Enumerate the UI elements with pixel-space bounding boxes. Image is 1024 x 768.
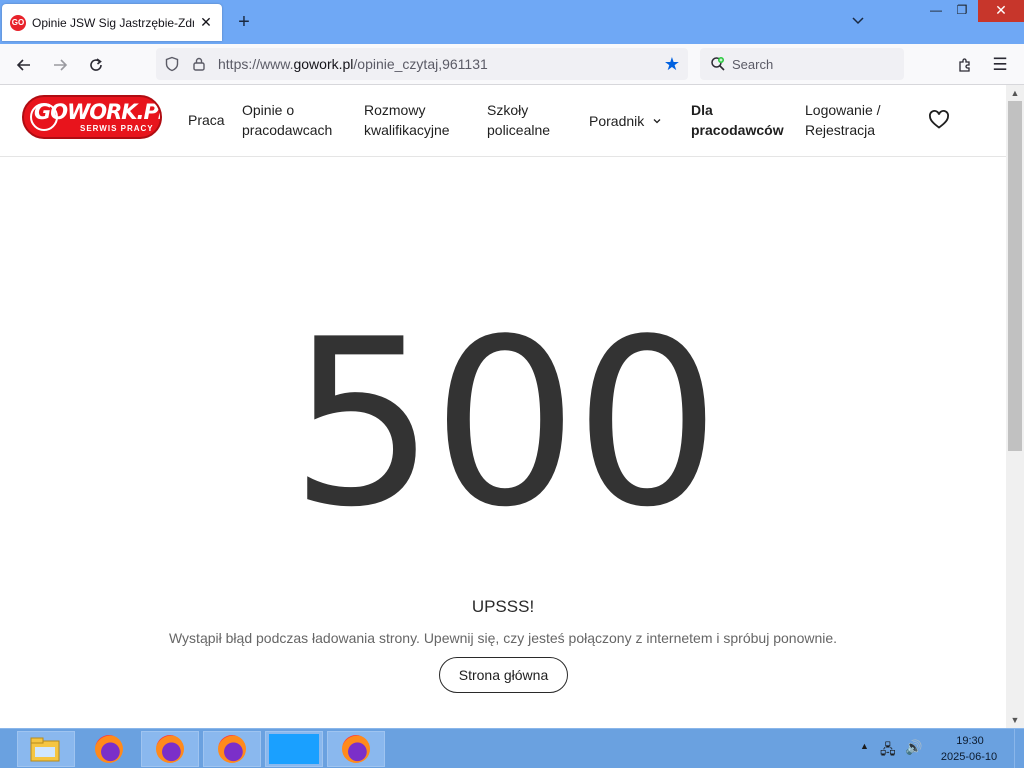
nav-opinie-line-2: pracodawcach [242,122,333,138]
nav-rozmowy-line-2: kwalifikacyjne [364,122,450,138]
clock-time[interactable]: 19:30 [940,735,1000,747]
url-prefix: https://www. [218,56,294,72]
error-title: UPSSS! [471,597,535,616]
home-page-button[interactable]: Strona główna [439,657,568,693]
nav-opinie-line-1: Opinie o [242,102,295,118]
error-code: 500 [289,291,721,558]
scroll-up-arrow-icon[interactable]: ▲ [1006,85,1024,101]
volume-icon[interactable]: 🔊 [905,739,922,756]
error-message: Wystąpił błąd podczas ładowania strony. … [168,630,838,646]
nav-dla-line-2: pracodawców [691,122,784,138]
folder-icon [30,737,60,762]
nav-login-line-2: Rejestracja [805,122,876,138]
extensions-puzzle-icon[interactable] [952,51,978,79]
page-content: GOWORK.PL SERWIS PRACY Praca Opinie o pr… [0,85,1006,728]
redacted-app-icon [269,734,319,764]
browser-tab[interactable]: GO Opinie JSW Sig Jastrzębie-Zdrój ✕ [2,4,222,41]
nav-poradnik[interactable]: Poradnik [589,111,662,131]
taskbar-firefox-2[interactable] [141,731,199,767]
nav-poradnik-label: Poradnik [589,113,645,129]
url-domain: gowork.pl [293,56,354,72]
nav-login-line-1: Logowanie / [805,102,881,118]
hamburger-menu-icon[interactable]: ☰ [988,51,1012,79]
page-scrollbar[interactable]: ▲ ▼ [1006,85,1024,728]
taskbar-firefox-1[interactable] [80,731,138,767]
restore-window-button[interactable]: ❐ [948,0,976,22]
nav-dla-line-1: Dla [691,102,713,118]
nav-dla-pracodawcow[interactable]: Dla pracodawców [691,100,784,140]
taskbar-redacted-app[interactable] [265,731,323,767]
tray-expand-arrow-icon[interactable]: ▲ [860,741,869,751]
browser-toolbar: https://www.gowork.pl/opinie_czytaj,9611… [0,44,1024,85]
search-input[interactable]: Search [732,57,773,72]
bookmark-star-icon[interactable]: ★ [664,54,680,75]
lock-icon[interactable] [192,56,206,72]
firefox-icon [95,735,123,763]
logo-sub-text: SERWIS PRACY [80,124,154,133]
nav-szkoly[interactable]: Szkoły policealne [487,100,550,140]
gowork-favicon-icon: GO [10,14,26,31]
site-header: GOWORK.PL SERWIS PRACY Praca Opinie o pr… [0,85,1006,157]
reload-button[interactable] [82,51,110,79]
search-bar[interactable]: Search [700,48,904,80]
close-window-button[interactable]: ✕ [978,0,1024,22]
url-path: /opinie_czytaj,961131 [353,56,488,72]
firefox-icon [218,735,246,763]
firefox-icon [342,735,370,763]
back-button[interactable] [10,51,38,79]
close-tab-icon[interactable]: ✕ [198,14,214,31]
nav-praca[interactable]: Praca [188,110,225,130]
list-tabs-chevron-icon[interactable] [846,10,870,34]
firefox-icon [156,735,184,763]
show-desktop-button[interactable] [1014,729,1024,768]
windows-taskbar: ▲ 🖧 🔊 19:30 2025-06-10 [0,728,1024,768]
chevron-down-icon [653,119,661,124]
nav-szkoly-line-1: Szkoły [487,102,529,118]
tracking-protection-shield-icon[interactable] [164,56,180,72]
url-text[interactable]: https://www.gowork.pl/opinie_czytaj,9611… [218,56,488,72]
taskbar-firefox-3[interactable] [203,731,261,767]
favorites-heart-icon[interactable] [928,109,950,131]
network-icon[interactable]: 🖧 [880,739,896,763]
gowork-logo[interactable]: GOWORK.PL SERWIS PRACY [22,95,162,139]
scrollbar-thumb[interactable] [1008,101,1022,451]
tab-strip: GO Opinie JSW Sig Jastrzębie-Zdrój ✕ + —… [0,0,1024,44]
nav-opinie[interactable]: Opinie o pracodawcach [242,100,332,140]
search-icon [710,56,726,72]
tab-title: Opinie JSW Sig Jastrzębie-Zdrój [32,15,194,30]
minimize-window-button[interactable]: — [922,0,950,22]
address-bar[interactable]: https://www.gowork.pl/opinie_czytaj,9611… [156,48,688,80]
nav-rozmowy[interactable]: Rozmowy kwalifikacyjne [364,100,450,140]
nav-login[interactable]: Logowanie / Rejestracja [805,100,881,140]
nav-rozmowy-line-1: Rozmowy [364,102,426,118]
nav-szkoly-line-2: policealne [487,122,551,138]
file-explorer-button[interactable] [17,731,75,767]
new-tab-button[interactable]: + [232,10,256,34]
logo-main-text: GOWORK.PL [34,100,162,124]
forward-button[interactable] [46,51,74,79]
clock-date[interactable]: 2025-06-10 [936,751,1002,763]
taskbar-firefox-4[interactable] [327,731,385,767]
scroll-down-arrow-icon[interactable]: ▼ [1006,712,1024,728]
